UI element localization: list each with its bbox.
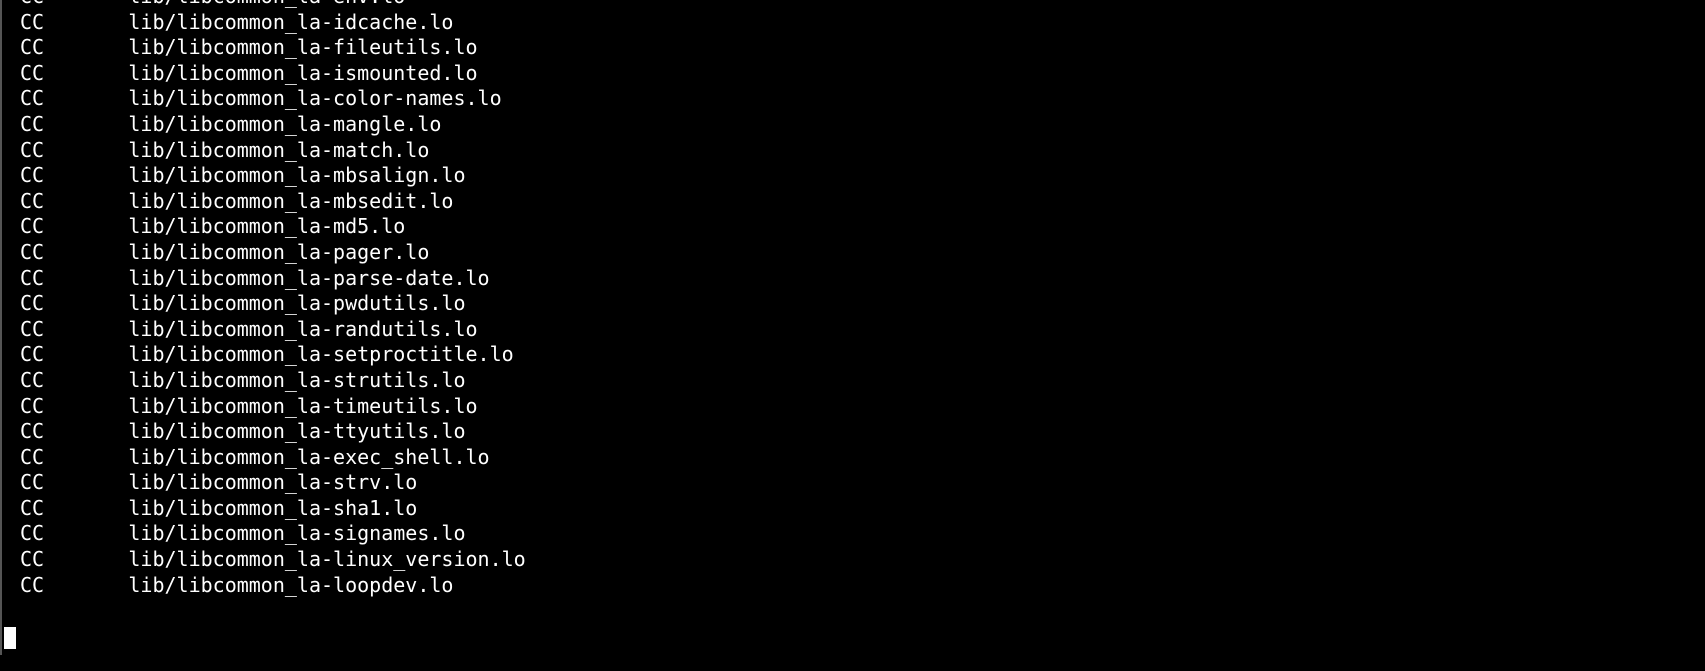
compile-label: CC bbox=[20, 214, 128, 240]
compile-label: CC bbox=[20, 445, 128, 471]
compile-label: CC bbox=[20, 0, 128, 10]
compile-label: CC bbox=[20, 189, 128, 215]
terminal-line: CClib/libcommon_la-strv.lo bbox=[20, 470, 1705, 496]
terminal-cursor bbox=[4, 627, 16, 649]
terminal-line: CClib/libcommon_la-match.lo bbox=[20, 138, 1705, 164]
compile-label: CC bbox=[20, 470, 128, 496]
compile-file: lib/libcommon_la-mangle.lo bbox=[128, 112, 441, 136]
compile-label: CC bbox=[20, 573, 128, 599]
compile-file: lib/libcommon_la-linux_version.lo bbox=[128, 547, 525, 571]
compile-file: lib/libcommon_la-fileutils.lo bbox=[128, 35, 477, 59]
compile-label: CC bbox=[20, 317, 128, 343]
compile-label: CC bbox=[20, 291, 128, 317]
terminal-line: CClib/libcommon_la-fileutils.lo bbox=[20, 35, 1705, 61]
compile-file: lib/libcommon_la-strutils.lo bbox=[128, 368, 465, 392]
compile-file: lib/libcommon_la-exec_shell.lo bbox=[128, 445, 489, 469]
compile-label: CC bbox=[20, 266, 128, 292]
terminal-line: CClib/libcommon_la-md5.lo bbox=[20, 214, 1705, 240]
terminal-line: CClib/libcommon_la-pwdutils.lo bbox=[20, 291, 1705, 317]
compile-file: lib/libcommon_la-parse-date.lo bbox=[128, 266, 489, 290]
terminal-line: CClib/libcommon_la-strutils.lo bbox=[20, 368, 1705, 394]
terminal-line: CClib/libcommon_la-env.lo bbox=[20, 0, 1705, 10]
terminal-line: CClib/libcommon_la-ismounted.lo bbox=[20, 61, 1705, 87]
compile-file: lib/libcommon_la-loopdev.lo bbox=[128, 573, 453, 597]
terminal-line: CClib/libcommon_la-randutils.lo bbox=[20, 317, 1705, 343]
compile-file: lib/libcommon_la-pager.lo bbox=[128, 240, 429, 264]
compile-label: CC bbox=[20, 342, 128, 368]
compile-label: CC bbox=[20, 419, 128, 445]
compile-label: CC bbox=[20, 240, 128, 266]
terminal-line: CClib/libcommon_la-mbsedit.lo bbox=[20, 189, 1705, 215]
terminal-line: CClib/libcommon_la-sha1.lo bbox=[20, 496, 1705, 522]
compile-label: CC bbox=[20, 368, 128, 394]
compile-label: CC bbox=[20, 138, 128, 164]
compile-file: lib/libcommon_la-setproctitle.lo bbox=[128, 342, 513, 366]
terminal-line: CClib/libcommon_la-pager.lo bbox=[20, 240, 1705, 266]
terminal-line: CClib/libcommon_la-mbsalign.lo bbox=[20, 163, 1705, 189]
compile-label: CC bbox=[20, 86, 128, 112]
terminal-line: CClib/libcommon_la-mangle.lo bbox=[20, 112, 1705, 138]
terminal-output[interactable]: CClib/libcommon_la-env.loCClib/libcommon… bbox=[2, 0, 1705, 598]
compile-file: lib/libcommon_la-env.lo bbox=[128, 0, 405, 8]
compile-file: lib/libcommon_la-md5.lo bbox=[128, 214, 405, 238]
compile-label: CC bbox=[20, 35, 128, 61]
terminal-line: CClib/libcommon_la-parse-date.lo bbox=[20, 266, 1705, 292]
compile-label: CC bbox=[20, 496, 128, 522]
compile-file: lib/libcommon_la-mbsalign.lo bbox=[128, 163, 465, 187]
compile-file: lib/libcommon_la-sha1.lo bbox=[128, 496, 417, 520]
compile-file: lib/libcommon_la-color-names.lo bbox=[128, 86, 501, 110]
compile-label: CC bbox=[20, 61, 128, 87]
compile-file: lib/libcommon_la-strv.lo bbox=[128, 470, 417, 494]
terminal-line: CClib/libcommon_la-ttyutils.lo bbox=[20, 419, 1705, 445]
terminal-line: CClib/libcommon_la-loopdev.lo bbox=[20, 573, 1705, 599]
compile-file: lib/libcommon_la-ttyutils.lo bbox=[128, 419, 465, 443]
compile-file: lib/libcommon_la-idcache.lo bbox=[128, 10, 453, 34]
compile-file: lib/libcommon_la-randutils.lo bbox=[128, 317, 477, 341]
compile-label: CC bbox=[20, 521, 128, 547]
compile-file: lib/libcommon_la-pwdutils.lo bbox=[128, 291, 465, 315]
compile-file: lib/libcommon_la-ismounted.lo bbox=[128, 61, 477, 85]
compile-label: CC bbox=[20, 10, 128, 36]
compile-label: CC bbox=[20, 163, 128, 189]
terminal-line: CClib/libcommon_la-idcache.lo bbox=[20, 10, 1705, 36]
compile-label: CC bbox=[20, 547, 128, 573]
compile-file: lib/libcommon_la-signames.lo bbox=[128, 521, 465, 545]
compile-label: CC bbox=[20, 112, 128, 138]
terminal-line: CClib/libcommon_la-setproctitle.lo bbox=[20, 342, 1705, 368]
compile-file: lib/libcommon_la-mbsedit.lo bbox=[128, 189, 453, 213]
terminal-line: CClib/libcommon_la-exec_shell.lo bbox=[20, 445, 1705, 471]
terminal-line: CClib/libcommon_la-linux_version.lo bbox=[20, 547, 1705, 573]
compile-file: lib/libcommon_la-timeutils.lo bbox=[128, 394, 477, 418]
compile-label: CC bbox=[20, 394, 128, 420]
terminal-line: CClib/libcommon_la-color-names.lo bbox=[20, 86, 1705, 112]
compile-file: lib/libcommon_la-match.lo bbox=[128, 138, 429, 162]
terminal-line: CClib/libcommon_la-signames.lo bbox=[20, 521, 1705, 547]
terminal-line: CClib/libcommon_la-timeutils.lo bbox=[20, 394, 1705, 420]
